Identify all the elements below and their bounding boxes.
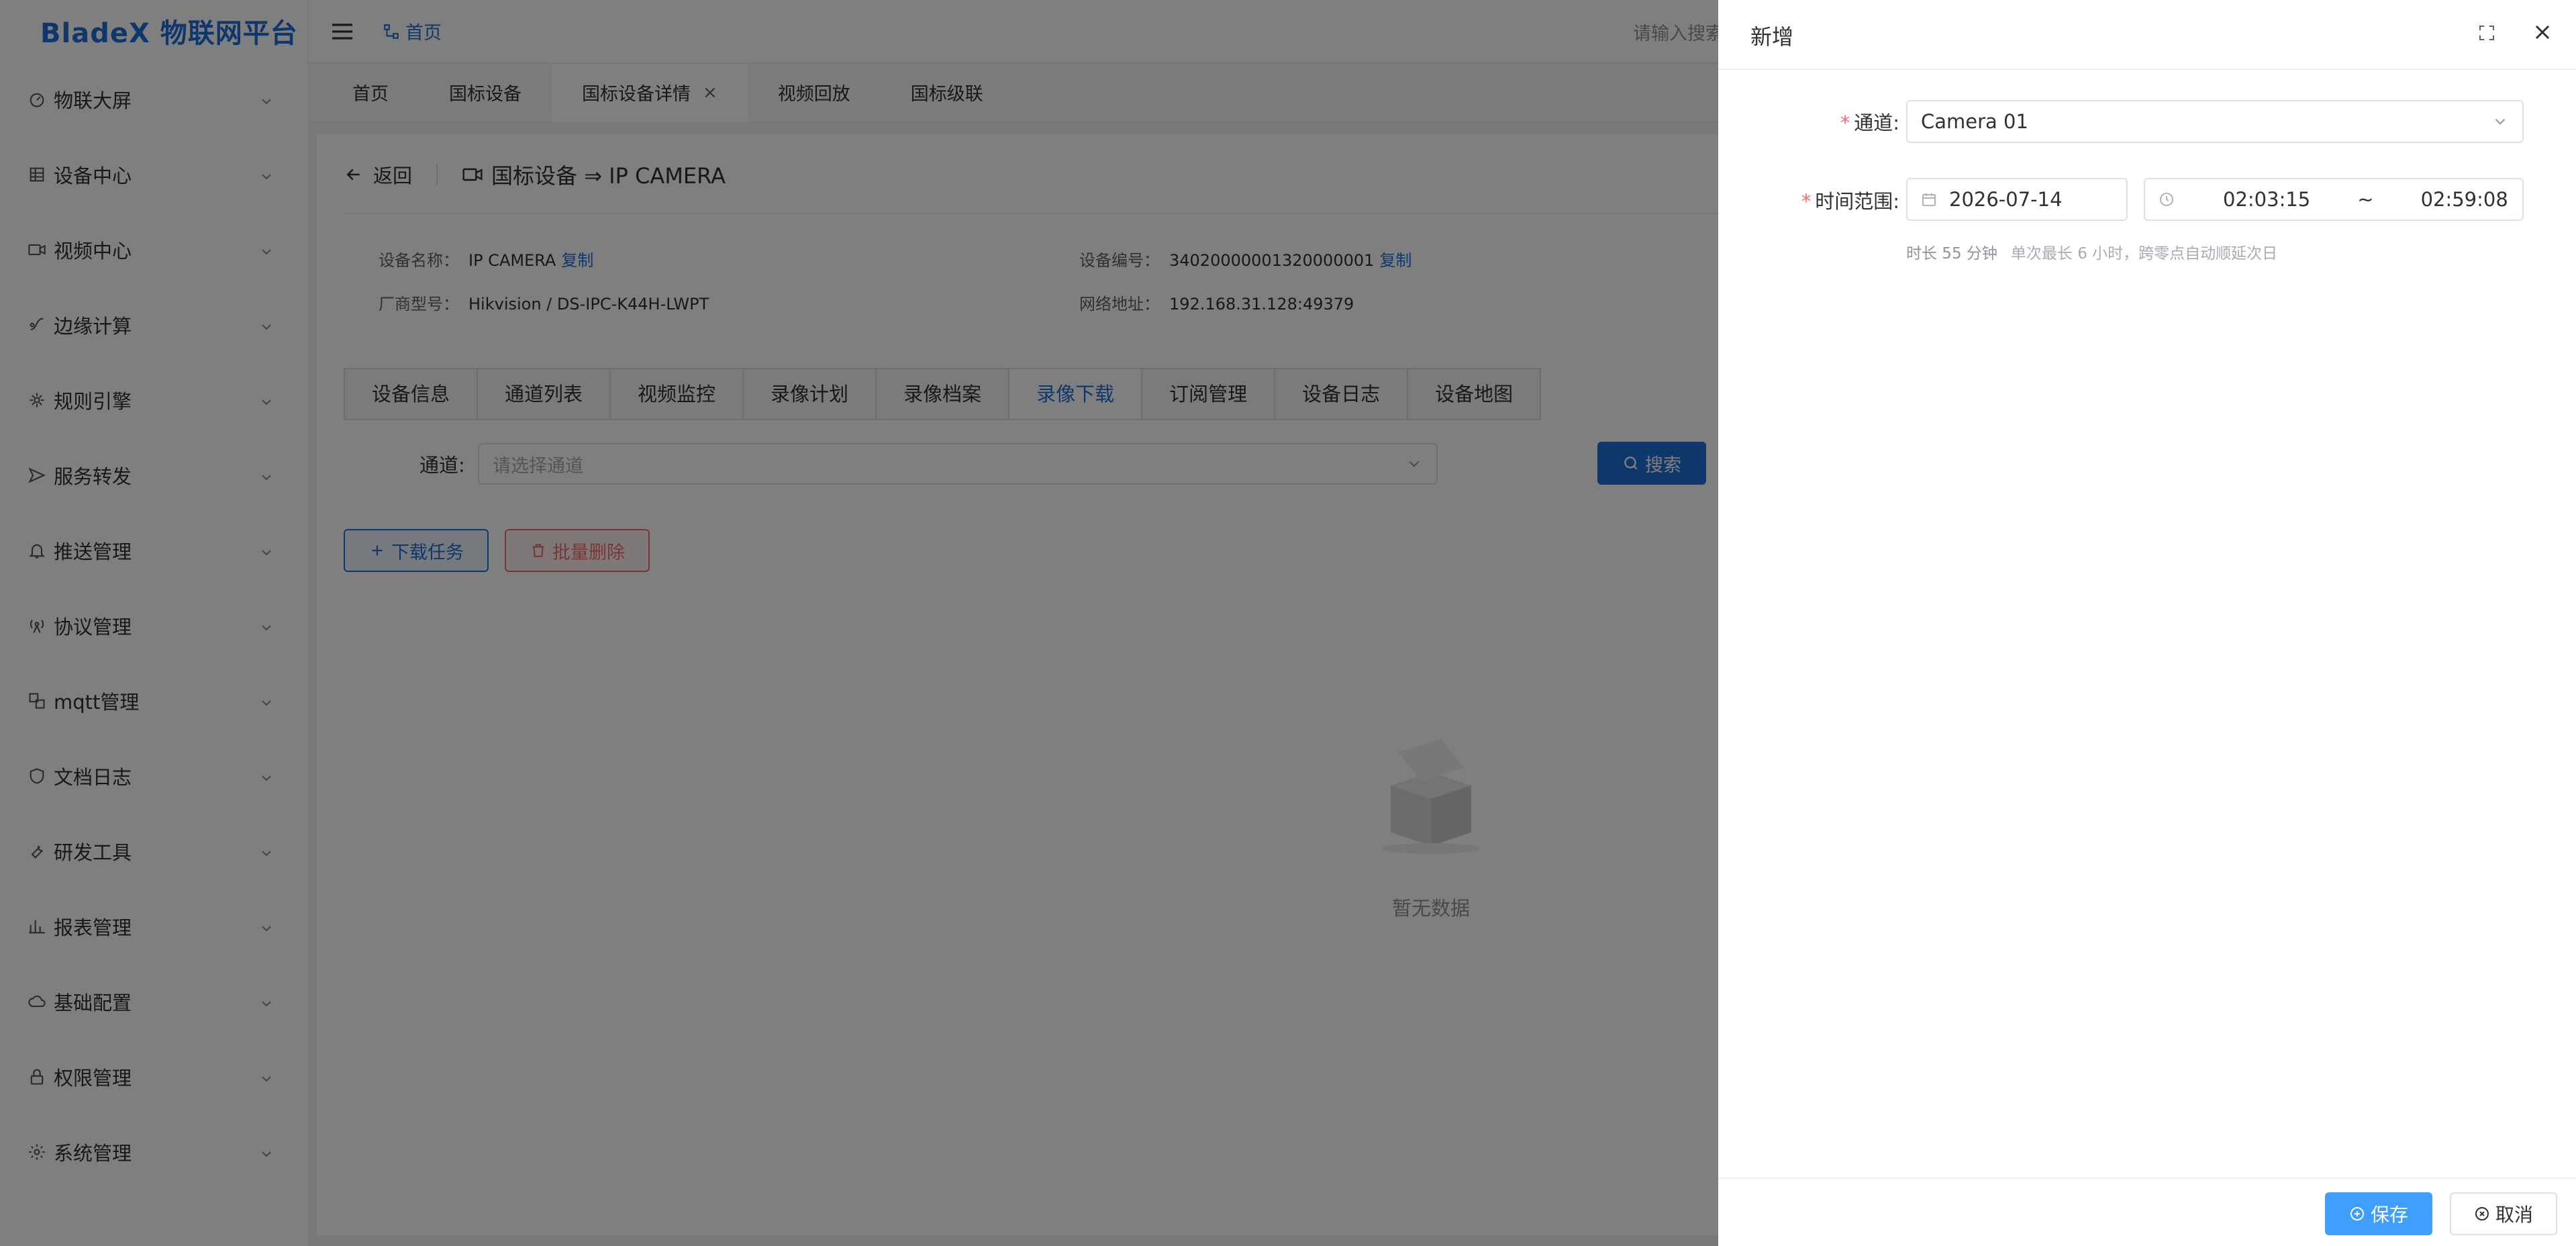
close-icon[interactable]	[2530, 20, 2555, 44]
calendar-icon	[1922, 193, 1936, 206]
fullscreen-icon[interactable]	[2477, 23, 2497, 43]
cancel-label: 取消	[2495, 1204, 2533, 1226]
chevron-down-icon	[2495, 118, 2506, 125]
save-button[interactable]: 保存	[2325, 1192, 2432, 1235]
modal-overlay[interactable]	[0, 0, 1718, 1246]
required-mark: *	[1840, 111, 1850, 134]
time-range-text: 时间范围:	[1815, 190, 1899, 213]
channel-field-text: 通道:	[1854, 111, 1899, 134]
duration-hint: 时长 55 分钟 单次最长 6 小时，跨零点自动顺延次日	[1906, 240, 2277, 263]
save-label: 保存	[2370, 1204, 2408, 1226]
time-end-value[interactable]: 02:59:08	[2421, 188, 2508, 211]
required-mark: *	[1801, 190, 1812, 213]
channel-field-value: Camera 01	[1921, 110, 2028, 133]
drawer-header-divider	[1718, 68, 2576, 70]
circle-close-icon	[2475, 1207, 2489, 1220]
time-start-value[interactable]: 02:03:15	[2223, 188, 2310, 211]
duration-text: 时长 55 分钟	[1906, 245, 1997, 262]
circle-plus-icon	[2350, 1207, 2364, 1220]
channel-field-label: * 通道:	[1832, 107, 1899, 136]
time-separator: ~	[2357, 188, 2374, 211]
add-drawer: 新增 * 通道: Camera 01 * 时间范围: 2026-07-14 02:0…	[1718, 0, 2576, 1246]
cancel-button[interactable]: 取消	[2450, 1192, 2557, 1235]
clock-icon	[2160, 193, 2173, 206]
drawer-footer-divider	[1718, 1178, 2576, 1179]
time-range-picker[interactable]: 02:03:15 ~ 02:59:08	[2144, 178, 2524, 221]
limit-hint-text: 单次最长 6 小时，跨零点自动顺延次日	[2010, 245, 2278, 262]
time-range-label: * 时间范围:	[1785, 186, 1899, 214]
date-value: 2026-07-14	[1949, 188, 2063, 211]
date-picker[interactable]: 2026-07-14	[1906, 178, 2128, 221]
channel-field[interactable]: Camera 01	[1906, 100, 2524, 143]
drawer-title: 新增	[1750, 24, 1794, 50]
